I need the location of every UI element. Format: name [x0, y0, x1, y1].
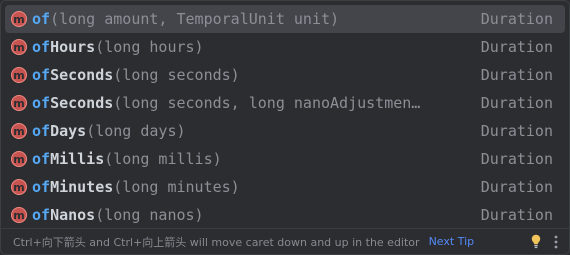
completion-footer: Ctrl+向下箭头 and Ctrl+向上箭头 will move caret … — [1, 228, 569, 254]
method-icon: m — [11, 67, 27, 83]
method-icon: m — [11, 179, 27, 195]
return-type: Duration — [480, 66, 553, 84]
method-icon: m — [11, 207, 27, 223]
method-signature: ofMillis(long millis) — [32, 145, 471, 173]
lightbulb-icon[interactable] — [529, 233, 543, 251]
completion-item-ofdays[interactable]: m ofDays(long days) Duration — [5, 117, 565, 145]
match-highlight: of — [32, 10, 51, 28]
method-signature: ofDays(long days) — [32, 117, 471, 145]
return-type: Duration — [480, 94, 553, 112]
more-vertical-icon[interactable] — [551, 233, 561, 251]
match-highlight: of — [32, 122, 51, 140]
method-signature: ofNanos(long nanos) — [32, 201, 471, 229]
next-tip-link[interactable]: Next Tip — [429, 235, 475, 248]
return-type: Duration — [480, 122, 553, 140]
method-params: (long seconds, long nanoAdjustmen… — [113, 94, 421, 112]
method-icon: m — [11, 39, 27, 55]
return-type: Duration — [480, 150, 553, 168]
method-name: ofMillis — [32, 150, 105, 168]
return-type: Duration — [480, 206, 553, 224]
completion-item-ofhours[interactable]: m ofHours(long hours) Duration — [5, 33, 565, 61]
completion-item-ofseconds-nano[interactable]: m ofSeconds(long seconds, long nanoAdjus… — [5, 89, 565, 117]
method-params: (long days) — [86, 122, 186, 140]
method-icon: m — [11, 11, 27, 27]
method-params: (long hours) — [95, 38, 204, 56]
completion-item-ofnanos[interactable]: m ofNanos(long nanos) Duration — [5, 201, 565, 229]
method-params: (long millis) — [104, 150, 222, 168]
method-name: ofMinutes — [32, 178, 114, 196]
method-name: of — [32, 10, 50, 28]
method-icon: m — [11, 151, 27, 167]
method-params: (long minutes) — [113, 178, 240, 196]
method-params: (long amount, TemporalUnit unit) — [50, 10, 340, 28]
match-highlight: of — [32, 94, 51, 112]
return-type: Duration — [480, 10, 553, 28]
completion-item-of-amount-unit[interactable]: m of(long amount, TemporalUnit unit) Dur… — [5, 5, 565, 33]
match-highlight: of — [32, 206, 51, 224]
method-signature: ofSeconds(long seconds) — [32, 61, 471, 89]
method-signature: ofSeconds(long seconds, long nanoAdjustm… — [32, 89, 471, 117]
method-icon: m — [11, 123, 27, 139]
method-name: ofDays — [32, 122, 87, 140]
completion-item-ofminutes[interactable]: m ofMinutes(long minutes) Duration — [5, 173, 565, 201]
return-type: Duration — [480, 38, 553, 56]
match-highlight: of — [32, 66, 51, 84]
tip-text: Ctrl+向下箭头 and Ctrl+向上箭头 will move caret … — [13, 235, 420, 249]
return-type: Duration — [480, 178, 553, 196]
completion-popup: m of(long amount, TemporalUnit unit) Dur… — [0, 0, 570, 255]
method-signature: ofMinutes(long minutes) — [32, 173, 471, 201]
method-icon: m — [11, 95, 27, 111]
method-signature: of(long amount, TemporalUnit unit) — [32, 5, 471, 33]
completion-item-ofmillis[interactable]: m ofMillis(long millis) Duration — [5, 145, 565, 173]
method-name: ofSeconds — [32, 66, 114, 84]
completion-list: m of(long amount, TemporalUnit unit) Dur… — [5, 5, 565, 229]
match-highlight: of — [32, 150, 51, 168]
method-params: (long seconds) — [113, 66, 240, 84]
match-highlight: of — [32, 178, 51, 196]
match-highlight: of — [32, 38, 51, 56]
method-params: (long nanos) — [95, 206, 204, 224]
method-name: ofSeconds — [32, 94, 114, 112]
method-name: ofNanos — [32, 206, 96, 224]
method-signature: ofHours(long hours) — [32, 33, 471, 61]
completion-item-ofseconds[interactable]: m ofSeconds(long seconds) Duration — [5, 61, 565, 89]
method-name: ofHours — [32, 38, 96, 56]
